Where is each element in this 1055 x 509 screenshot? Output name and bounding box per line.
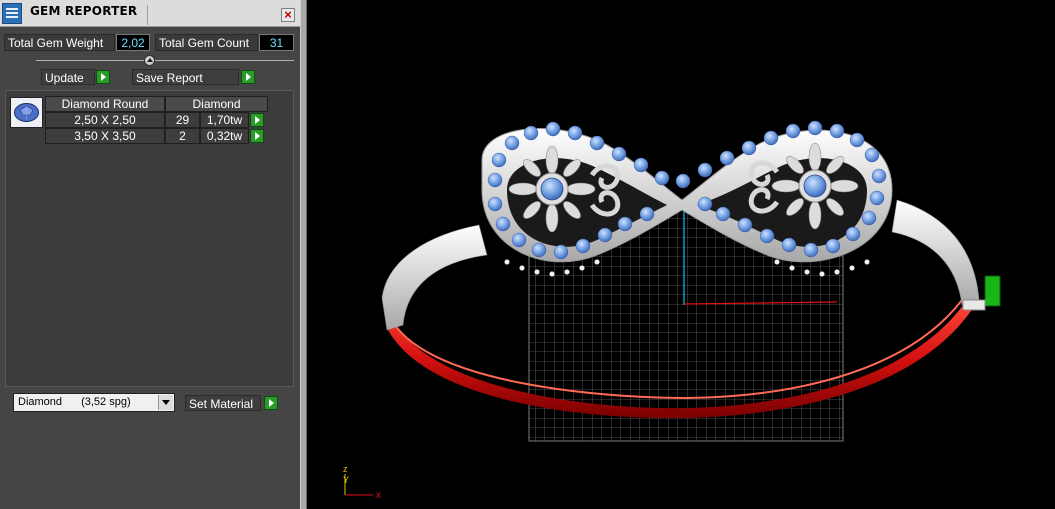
update-play-icon[interactable] [96, 70, 110, 84]
gem-reporter-icon [2, 3, 22, 24]
center-stone-right [798, 169, 832, 203]
close-icon[interactable]: × [281, 8, 295, 22]
title-divider [147, 5, 148, 25]
title-bar: GEM REPORTER × [0, 0, 300, 27]
total-gem-count-label: Total Gem Count [155, 34, 258, 51]
center-stone-left [535, 172, 569, 206]
green-gizmo-icon[interactable] [984, 275, 1001, 307]
gem-row-count: 29 [165, 112, 200, 128]
3d-viewport[interactable]: z Y x [307, 0, 1055, 509]
save-report-button[interactable]: Save Report [132, 69, 239, 85]
axis-x-label: x [376, 490, 381, 501]
gem-row-size: 2,50 X 2,50 [45, 112, 165, 128]
shank-end-cap [962, 299, 986, 311]
axis-indicator: z Y x [343, 464, 381, 501]
panel-splitter [36, 60, 294, 61]
slider-knob-icon[interactable] [144, 55, 155, 66]
ring-shank-right [891, 199, 980, 306]
gem-row-play-icon[interactable] [250, 129, 264, 143]
axis-y-label: Y [343, 475, 349, 485]
set-material-play-icon[interactable] [264, 396, 278, 410]
gem-row-weight: 1,70tw [200, 112, 249, 128]
total-gem-count-value: 31 [259, 34, 294, 51]
column-header-shape: Diamond Round [45, 96, 165, 112]
gem-row-play-icon[interactable] [250, 113, 264, 127]
gem-row-size: 3,50 X 3,50 [45, 128, 165, 144]
material-select[interactable]: Diamond (3,52 spg) [13, 393, 175, 412]
axis-z-label: z [343, 464, 348, 474]
material-name: Diamond [18, 396, 63, 408]
gem-thumbnail-icon[interactable] [10, 97, 43, 128]
dropdown-arrow-icon[interactable] [158, 395, 173, 410]
update-button[interactable]: Update [41, 69, 95, 85]
viewport-canvas: z Y x [343, 120, 1001, 501]
total-gem-weight-label: Total Gem Weight [4, 34, 115, 51]
gem-row-count: 2 [165, 128, 200, 144]
material-density: (3,52 spg) [81, 396, 131, 408]
total-gem-weight-value: 2,02 [116, 34, 150, 51]
window-title: GEM REPORTER [30, 4, 138, 18]
ring-shank-left [381, 224, 488, 331]
gem-reporter-panel: GEM REPORTER × Total Gem Weight 2,02 Tot… [0, 0, 300, 509]
panel-divider[interactable] [300, 0, 307, 509]
gem-row-weight: 0,32tw [200, 128, 249, 144]
set-material-button[interactable]: Set Material [185, 395, 261, 411]
column-header-material: Diamond [165, 96, 268, 112]
save-report-play-icon[interactable] [241, 70, 255, 84]
